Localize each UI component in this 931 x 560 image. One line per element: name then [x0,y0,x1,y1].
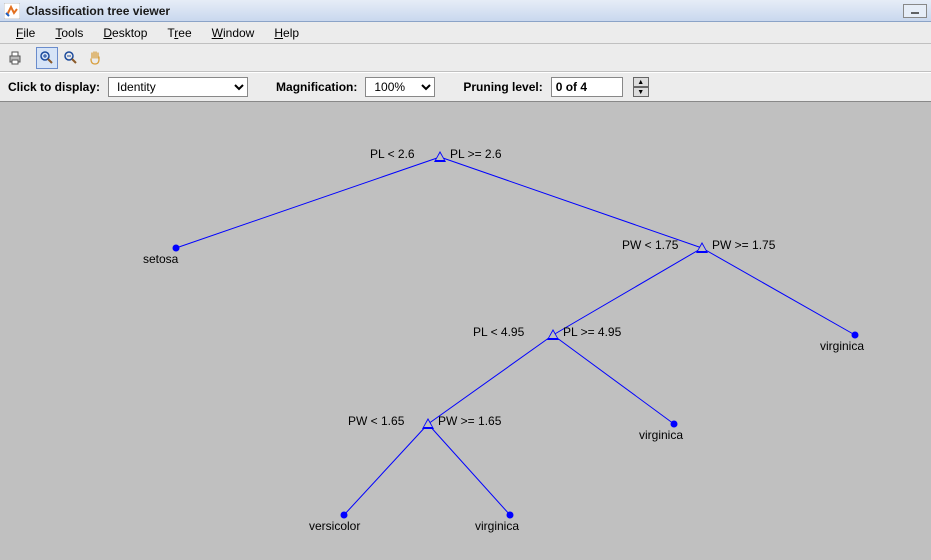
leaf-virginica-mid[interactable] [671,421,678,428]
menu-file[interactable]: File [6,24,45,42]
leaf-virginica-right[interactable] [852,332,859,339]
split-node-pl495[interactable] [547,329,559,340]
pruning-down-button[interactable]: ▼ [633,87,649,97]
pruning-spinner: ▲ ▼ [633,77,649,97]
window-title: Classification tree viewer [26,4,170,18]
leaf-virginica-bottom-label: virginica [475,519,519,533]
split-node-pw175[interactable] [696,242,708,253]
options-bar: Click to display: Identity Magnification… [0,72,931,102]
title-bar: Classification tree viewer [0,0,931,22]
pw165-rule-left: PW < 1.65 [348,414,404,428]
pw175-rule-right: PW >= 1.75 [712,238,775,252]
zoom-in-button[interactable] [36,47,58,69]
menu-help[interactable]: Help [264,24,309,42]
pruning-level-label: Pruning level: [463,80,542,94]
pan-button[interactable] [84,47,106,69]
menu-tree[interactable]: Tree [157,24,201,42]
pl495-rule-left: PL < 4.95 [473,325,524,339]
leaf-setosa[interactable] [173,245,180,252]
click-to-display-label: Click to display: [8,80,100,94]
root-rule-right: PL >= 2.6 [450,147,502,161]
split-node-pw165[interactable] [422,418,434,429]
magnification-label: Magnification: [276,80,357,94]
leaf-versicolor-label: versicolor [309,519,360,533]
pw175-rule-left: PW < 1.75 [622,238,678,252]
print-button[interactable] [4,47,26,69]
menu-tools[interactable]: Tools [45,24,93,42]
zoom-out-button[interactable] [60,47,82,69]
pruning-up-button[interactable]: ▲ [633,77,649,87]
leaf-virginica-bottom[interactable] [507,512,514,519]
pw165-rule-right: PW >= 1.65 [438,414,501,428]
leaf-virginica-right-label: virginica [820,339,864,353]
menu-desktop[interactable]: Desktop [93,24,157,42]
magnification-select[interactable]: 100% [365,77,435,97]
tree-canvas[interactable]: PL < 2.6 PL >= 2.6 setosa PW < 1.75 PW >… [0,102,931,560]
leaf-versicolor[interactable] [341,512,348,519]
pruning-level-field [551,77,623,97]
pl495-rule-right: PL >= 4.95 [563,325,621,339]
minimize-button[interactable] [903,4,927,18]
root-rule-left: PL < 2.6 [370,147,415,161]
leaf-virginica-mid-label: virginica [639,428,683,442]
matlab-icon [4,3,20,19]
toolbar [0,44,931,72]
click-to-display-select[interactable]: Identity [108,77,248,97]
tree-edges [0,102,931,560]
menu-window[interactable]: Window [202,24,265,42]
leaf-setosa-label: setosa [143,252,178,266]
menu-bar: File Tools Desktop Tree Window Help [0,22,931,44]
split-node-root[interactable] [434,151,446,162]
